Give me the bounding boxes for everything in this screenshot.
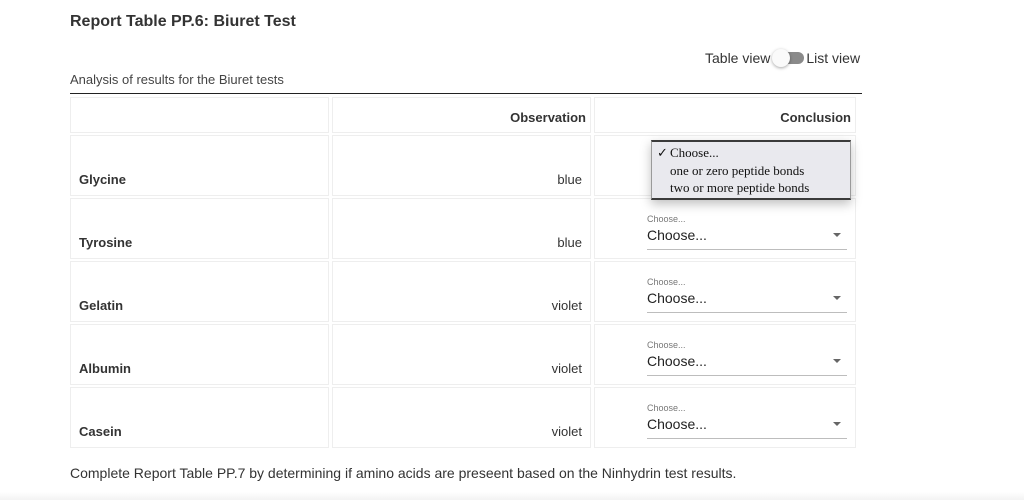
option-label: two or more peptide bonds — [670, 180, 810, 195]
conclusion-select[interactable]: Choose... Choose... — [646, 340, 847, 376]
conclusion-select-label: Choose... — [646, 277, 686, 287]
row-conclusion-cell: Choose... Choose... — [593, 198, 856, 259]
conclusion-select[interactable]: Choose... Choose... — [646, 403, 847, 439]
chevron-down-icon[interactable] — [832, 422, 841, 426]
conclusion-select-label: Choose... — [646, 340, 686, 350]
conclusion-select-text: Choose... — [646, 290, 707, 306]
row-conclusion-cell: Choose... Choose... — [593, 387, 856, 448]
table-row: Gelatin violet Choose... Choose... — [70, 261, 856, 322]
table-row: Tyrosine blue Choose... Choose... — [70, 198, 856, 259]
chevron-down-icon[interactable] — [832, 359, 841, 363]
row-observation: blue — [331, 135, 591, 196]
option-label: Choose... — [670, 145, 719, 160]
conclusion-select-text: Choose... — [646, 227, 707, 243]
chevron-down-icon[interactable] — [832, 296, 841, 300]
header-empty — [70, 97, 329, 133]
table-caption: Analysis of results for the Biuret tests — [70, 72, 284, 87]
bottom-fade — [0, 492, 1024, 500]
page: Report Table PP.6: Biuret Test Table vie… — [0, 0, 1024, 500]
row-name: Gelatin — [70, 261, 329, 322]
row-observation: violet — [331, 261, 591, 322]
table-row: Albumin violet Choose... Choose... — [70, 324, 856, 385]
table-top-rule — [70, 93, 862, 94]
row-observation: violet — [331, 324, 591, 385]
row-name: Glycine — [70, 135, 329, 196]
header-observation: Observation — [331, 97, 591, 133]
conclusion-select-value[interactable]: Choose... — [646, 416, 847, 439]
table-row: Casein violet Choose... Choose... — [70, 387, 856, 448]
row-name: Tyrosine — [70, 198, 329, 259]
conclusion-dropdown-menu: ✓ Choose... one or zero peptide bonds tw… — [651, 140, 851, 200]
table-header-row: Observation Conclusion — [70, 97, 856, 133]
conclusion-select[interactable]: Choose... Choose... — [646, 277, 847, 313]
switch-thumb[interactable] — [772, 49, 791, 67]
dropdown-option-one-or-zero[interactable]: one or zero peptide bonds — [652, 162, 850, 180]
conclusion-select-label: Choose... — [646, 214, 686, 224]
row-conclusion-cell: Choose... Choose... — [593, 261, 856, 322]
conclusion-select[interactable]: Choose... Choose... — [646, 214, 847, 250]
dropdown-option-two-or-more[interactable]: two or more peptide bonds — [652, 179, 850, 197]
conclusion-select-value[interactable]: Choose... — [646, 290, 847, 313]
table-view-label[interactable]: Table view — [705, 50, 770, 66]
conclusion-select-value[interactable]: Choose... — [646, 227, 847, 250]
instruction-text: Complete Report Table PP.7 by determinin… — [70, 465, 737, 481]
conclusion-select-value[interactable]: Choose... — [646, 353, 847, 376]
row-name: Casein — [70, 387, 329, 448]
dropdown-option-choose[interactable]: ✓ Choose... — [652, 144, 850, 162]
conclusion-select-text: Choose... — [646, 416, 707, 432]
list-view-label[interactable]: List view — [806, 50, 860, 66]
header-conclusion: Conclusion — [593, 97, 856, 133]
conclusion-select-text: Choose... — [646, 353, 707, 369]
row-observation: violet — [331, 387, 591, 448]
checkmark-icon: ✓ — [657, 145, 668, 160]
row-name: Albumin — [70, 324, 329, 385]
row-observation: blue — [331, 198, 591, 259]
view-switch[interactable] — [772, 49, 805, 67]
chevron-down-icon[interactable] — [832, 233, 841, 237]
view-toggle: Table view List view — [705, 49, 860, 67]
option-label: one or zero peptide bonds — [670, 162, 805, 178]
row-conclusion-cell: Choose... Choose... — [593, 324, 856, 385]
conclusion-select-label: Choose... — [646, 403, 686, 413]
page-title: Report Table PP.6: Biuret Test — [70, 13, 296, 30]
